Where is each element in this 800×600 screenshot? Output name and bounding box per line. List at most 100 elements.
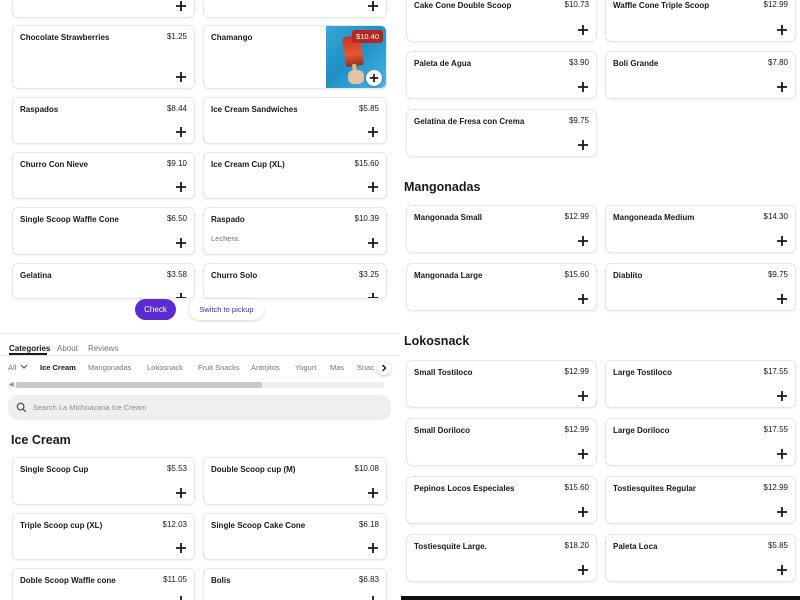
menu-item-card[interactable]: Boli Grande $7.80 bbox=[605, 51, 796, 99]
menu-item-card[interactable]: Mangonada Small $12.99 bbox=[406, 205, 597, 253]
section-title-lokosnack: Lokosnack bbox=[404, 334, 470, 348]
add-icon[interactable] bbox=[576, 292, 589, 305]
tab-categories[interactable]: Categories bbox=[9, 344, 50, 353]
menu-item-card[interactable]: Single Scoop Waffle Cone $6.50 bbox=[12, 207, 195, 255]
menu-item-card[interactable]: Small Tostiloco $12.99 bbox=[406, 360, 597, 408]
add-icon[interactable] bbox=[775, 23, 788, 36]
add-icon[interactable] bbox=[576, 80, 589, 93]
menu-item-card[interactable]: Waffle Cone Triple Scoop $12.99 bbox=[605, 0, 796, 42]
add-icon[interactable] bbox=[366, 541, 379, 554]
menu-item-card[interactable] bbox=[12, 0, 195, 18]
menu-item-card[interactable]: Tostiesquite Large. $18.20 bbox=[406, 534, 597, 582]
add-icon[interactable] bbox=[174, 236, 187, 249]
add-icon[interactable] bbox=[576, 234, 589, 247]
menu-item-card[interactable]: Single Scoop Cup $5.53 bbox=[12, 457, 195, 505]
add-icon[interactable] bbox=[775, 447, 788, 460]
category-all-dropdown[interactable]: All bbox=[8, 363, 28, 372]
add-icon[interactable] bbox=[174, 541, 187, 554]
scroll-right-button[interactable] bbox=[377, 361, 391, 375]
menu-item-card[interactable]: Chocolate Strawberries $1.25 bbox=[12, 25, 195, 89]
menu-item-card[interactable]: Double Scoop cup (M) $10.08 bbox=[203, 457, 387, 505]
add-icon[interactable] bbox=[366, 486, 379, 499]
add-icon[interactable] bbox=[775, 80, 788, 93]
item-price: $12.99 bbox=[763, 483, 788, 492]
add-icon[interactable] bbox=[174, 70, 187, 83]
add-icon[interactable] bbox=[775, 234, 788, 247]
category-mangonadas[interactable]: Mangonadas bbox=[88, 363, 131, 372]
search-bar[interactable] bbox=[8, 395, 391, 420]
category-yogurt[interactable]: Yogurt bbox=[295, 363, 316, 372]
item-image: $10.40 bbox=[326, 26, 386, 88]
menu-item-card[interactable]: Bolis $6.83 bbox=[203, 568, 387, 600]
menu-item-card[interactable]: Pepinos Locos Especiales $15.60 bbox=[406, 476, 597, 524]
add-icon[interactable] bbox=[775, 505, 788, 518]
item-name: Raspados bbox=[20, 105, 59, 114]
check-button[interactable]: Check bbox=[135, 299, 176, 320]
menu-item-card[interactable]: Gelatina de Fresa con Crema $9.75 bbox=[406, 109, 597, 157]
add-icon[interactable] bbox=[366, 594, 379, 600]
add-icon[interactable] bbox=[366, 291, 379, 298]
menu-item-card[interactable]: Churro Con Nieve $9.10 bbox=[12, 152, 195, 199]
menu-item-card[interactable]: Tostiesquites Regular $12.99 bbox=[605, 476, 796, 524]
menu-item-card[interactable]: Mangoneada Medium $14.30 bbox=[605, 205, 796, 253]
tab-reviews[interactable]: Reviews bbox=[88, 344, 118, 353]
add-icon[interactable] bbox=[576, 23, 589, 36]
add-icon[interactable] bbox=[366, 180, 379, 193]
add-icon[interactable] bbox=[366, 236, 379, 249]
add-icon[interactable] bbox=[174, 180, 187, 193]
menu-item-card[interactable]: Doble Scoop Waffle cone $11.05 bbox=[12, 568, 195, 600]
menu-item-card[interactable]: Ice Cream Cup (XL) $15.60 bbox=[203, 152, 387, 199]
menu-item-card[interactable]: Ice Cream Sandwiches $5.85 bbox=[203, 97, 387, 144]
add-icon[interactable] bbox=[174, 486, 187, 499]
menu-item-card[interactable] bbox=[203, 0, 387, 18]
menu-item-card[interactable]: Churro Solo $3.25 bbox=[203, 263, 387, 299]
menu-item-card[interactable]: Chamango $10.40 bbox=[203, 25, 387, 89]
add-icon[interactable] bbox=[775, 563, 788, 576]
item-name: Churro Con Nieve bbox=[20, 160, 89, 169]
switch-to-pickup-button[interactable]: Switch to pickup bbox=[189, 299, 264, 320]
menu-item-card[interactable]: Large Doriloco $17.55 bbox=[605, 418, 796, 466]
add-icon[interactable] bbox=[366, 0, 379, 12]
menu-item-card[interactable]: Paleta Loca $5.85 bbox=[605, 534, 796, 582]
menu-item-card[interactable]: Gelatina $3.58 bbox=[12, 263, 195, 299]
menu-item-card[interactable]: Raspado $10.39 Lechera. bbox=[203, 207, 387, 255]
category-snacks[interactable]: Snac bbox=[357, 363, 374, 372]
add-icon[interactable] bbox=[174, 125, 187, 138]
add-icon[interactable] bbox=[366, 70, 382, 86]
menu-item-card[interactable]: Triple Scoop cup (XL) $12.03 bbox=[12, 513, 195, 560]
scrollbar-thumb[interactable] bbox=[16, 382, 262, 388]
menu-item-card[interactable]: Mangonada Large $15.60 bbox=[406, 263, 597, 311]
category-mas[interactable]: Mas bbox=[330, 363, 344, 372]
add-icon[interactable] bbox=[576, 389, 589, 402]
category-lokosnack[interactable]: Lokosnack bbox=[147, 363, 183, 372]
menu-item-card[interactable]: Diablito $9.75 bbox=[605, 263, 796, 311]
add-icon[interactable] bbox=[576, 447, 589, 460]
add-icon[interactable] bbox=[775, 389, 788, 402]
item-price: $8.44 bbox=[166, 104, 187, 113]
item-price: $9.10 bbox=[166, 159, 187, 168]
menu-item-card[interactable]: Small Doriloco $12.99 bbox=[406, 418, 597, 466]
search-input[interactable] bbox=[33, 403, 373, 412]
menu-item-card[interactable]: Raspados $8.44 bbox=[12, 97, 195, 144]
menu-item-card[interactable]: Paleta de Agua $3.90 bbox=[406, 51, 597, 99]
menu-item-card[interactable]: Cake Cone Double Scoop $10.73 bbox=[406, 0, 597, 42]
category-ice-cream[interactable]: Ice Cream bbox=[40, 363, 76, 372]
scroll-left-icon[interactable]: ◀ bbox=[9, 381, 14, 388]
add-icon[interactable] bbox=[576, 138, 589, 151]
add-icon[interactable] bbox=[174, 0, 187, 12]
menu-item-card[interactable]: Single Scoop Cake Cone $6.18 bbox=[203, 513, 387, 560]
tab-about[interactable]: About bbox=[57, 344, 78, 353]
add-icon[interactable] bbox=[366, 125, 379, 138]
add-icon[interactable] bbox=[576, 563, 589, 576]
add-icon[interactable] bbox=[174, 594, 187, 600]
menu-item-card[interactable]: Large Tostiloco $17.55 bbox=[605, 360, 796, 408]
item-description: Lechera. bbox=[211, 234, 241, 243]
item-price: $18.20 bbox=[564, 541, 589, 550]
item-price: $6.18 bbox=[358, 520, 379, 529]
category-antojitos[interactable]: Antojitos bbox=[251, 363, 280, 372]
category-fruit-snacks[interactable]: Fruit Snacks bbox=[198, 363, 240, 372]
add-icon[interactable] bbox=[174, 291, 187, 298]
item-price: $15.60 bbox=[564, 483, 589, 492]
add-icon[interactable] bbox=[775, 292, 788, 305]
add-icon[interactable] bbox=[576, 505, 589, 518]
